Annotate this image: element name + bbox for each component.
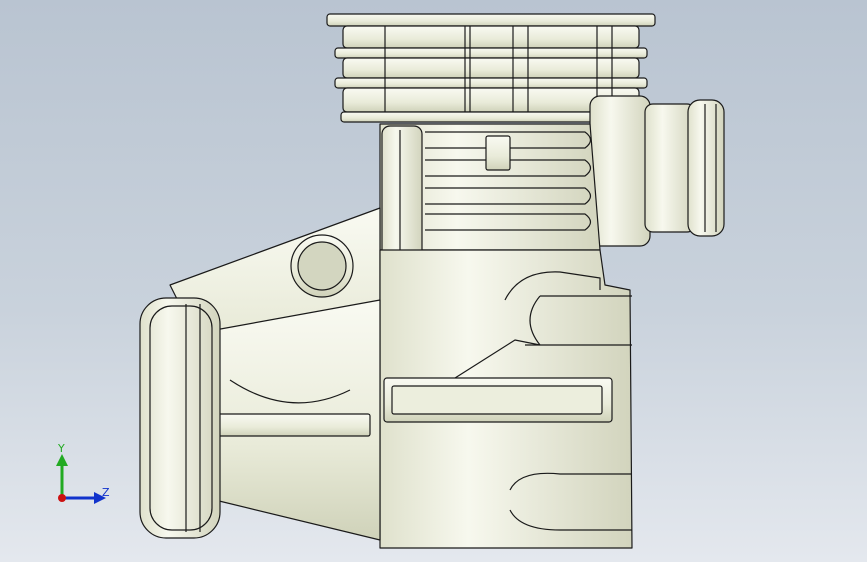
x-axis-origin [58, 494, 66, 502]
crankcase-body [379, 249, 633, 549]
engine-crankcase-model[interactable] [0, 0, 867, 562]
crank-neck [211, 299, 381, 541]
exhaust-port [589, 95, 725, 247]
y-axis-label: Y [57, 442, 65, 455]
z-axis-label: Z [102, 486, 110, 499]
crank-flange [139, 297, 221, 539]
graphics-viewport[interactable]: Y Z [0, 0, 867, 562]
coordinate-triad: Y Z [56, 442, 110, 504]
y-axis-arrow [56, 454, 68, 466]
